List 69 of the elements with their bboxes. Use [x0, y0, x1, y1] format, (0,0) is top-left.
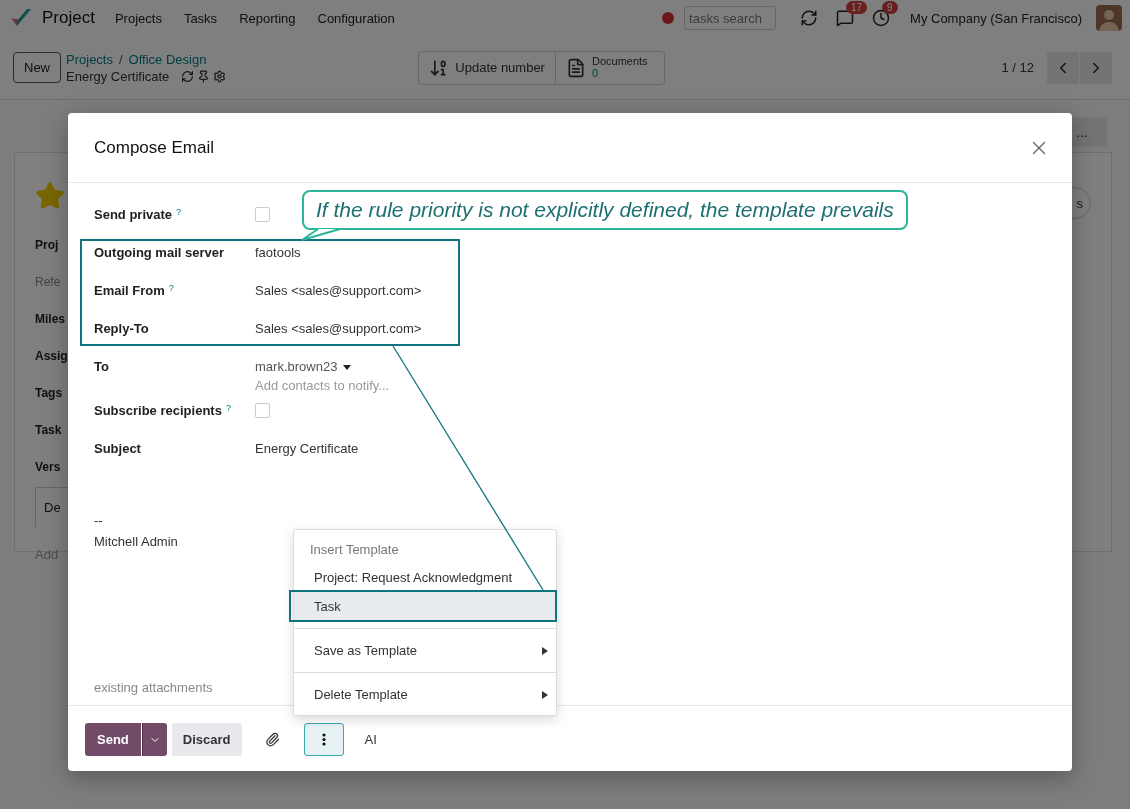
menu-header: Insert Template — [309, 541, 400, 559]
company-switcher[interactable]: My Company (San Francisco) — [910, 10, 1082, 26]
app-name[interactable]: Project — [42, 8, 95, 28]
field-label: Email From — [94, 283, 165, 298]
paperclip-icon — [265, 732, 280, 747]
breadcrumb-separator: / — [119, 51, 123, 67]
sync-icon[interactable] — [181, 69, 195, 83]
menu-item[interactable]: Configuration — [317, 10, 395, 26]
field-label: To — [94, 359, 109, 374]
breadcrumb-link[interactable]: Office Design — [128, 51, 207, 67]
record-name: Energy Certificate — [66, 68, 170, 84]
field-label: Subscribe recipients — [94, 403, 222, 418]
callout-tail — [301, 228, 341, 241]
settings-icon[interactable] — [213, 69, 227, 83]
send-options-button[interactable] — [141, 723, 167, 756]
field-label: Assig — [35, 347, 68, 365]
field-label: Subject — [94, 441, 141, 456]
menu-item[interactable]: Task — [294, 592, 556, 621]
pin-icon[interactable] — [197, 69, 211, 83]
checkbox[interactable] — [255, 207, 270, 222]
signature-line: -- — [94, 513, 104, 528]
help-tooltip[interactable]: ? — [225, 403, 231, 418]
clock-icon[interactable] — [872, 9, 891, 27]
menu-item[interactable]: Save as Template — [294, 636, 556, 665]
sync-icon[interactable] — [800, 9, 819, 27]
new-button[interactable]: New — [13, 52, 61, 83]
send-button[interactable]: Send — [85, 723, 141, 756]
more-options-button[interactable] — [303, 723, 344, 756]
help-tooltip[interactable]: ? — [176, 207, 182, 222]
field-label: Proj — [35, 236, 59, 254]
field-value[interactable]: Energy Certificate — [255, 441, 359, 456]
field-value[interactable]: faotools — [255, 245, 301, 260]
field-label: Outgoing mail server — [94, 245, 225, 260]
notification-badge: 9 — [882, 1, 898, 14]
field-value[interactable]: Sales <sales@support.com> — [255, 283, 422, 298]
documents-button[interactable]: Documents 0 — [555, 51, 664, 84]
recipient-tag[interactable]: mark.brown23 — [255, 359, 1046, 374]
field-label: Refe — [35, 273, 61, 291]
field-label: Tags — [35, 384, 63, 402]
checkbox[interactable] — [255, 403, 270, 418]
submenu-caret-icon — [542, 690, 548, 699]
field-label: Miles — [35, 310, 65, 328]
field-value[interactable]: Sales <sales@support.com> — [255, 321, 422, 336]
recording-dot-icon — [662, 12, 675, 24]
discard-button[interactable]: Discard — [171, 723, 242, 756]
help-tooltip[interactable]: ? — [168, 283, 174, 298]
ai-button[interactable]: AI — [358, 731, 383, 748]
search-field[interactable]: tasks search — [684, 6, 777, 30]
notification-badge: 17 — [846, 1, 868, 14]
star-icon[interactable] — [35, 181, 65, 211]
field-label: Reply-To — [94, 321, 149, 336]
caret-icon — [343, 362, 352, 371]
submenu-caret-icon — [542, 646, 548, 655]
kebab-icon — [321, 733, 326, 746]
update-number-button[interactable]: Update number — [419, 51, 556, 84]
pager-counter: 1 / 12 — [1001, 60, 1034, 75]
menu-item[interactable]: Reporting — [239, 10, 296, 26]
field-label: Send private — [94, 207, 173, 222]
signature-line: Mitchell Admin — [94, 534, 179, 549]
attachments-label: existing attachments — [94, 680, 213, 695]
chat-icon[interactable] — [836, 9, 855, 27]
menu-item[interactable]: Projects — [114, 10, 162, 26]
field-label: Task — [35, 421, 62, 439]
menu-item[interactable]: Tasks — [183, 10, 218, 26]
menu-item[interactable]: Delete Template — [294, 680, 556, 709]
breadcrumb-link[interactable]: Projects — [66, 51, 113, 67]
field-label: Vers — [35, 458, 61, 476]
dialog-title: Compose Email — [94, 137, 214, 158]
menu-item[interactable]: Project: Request Acknowledgment — [294, 563, 556, 592]
